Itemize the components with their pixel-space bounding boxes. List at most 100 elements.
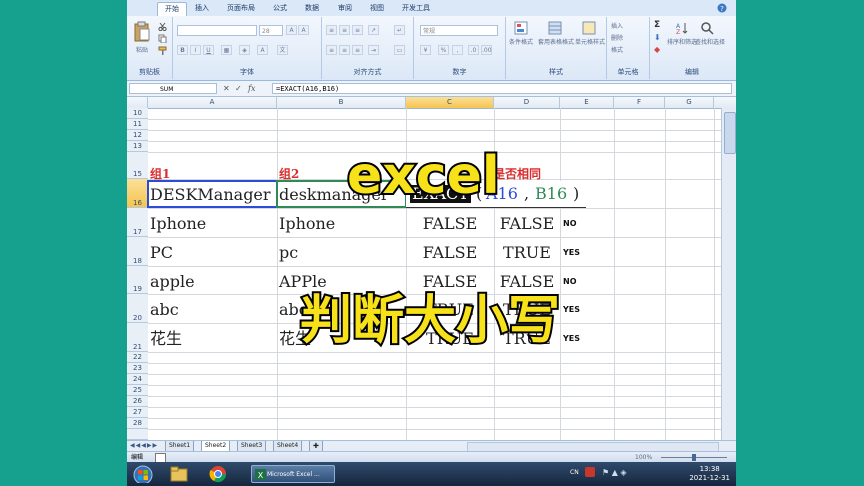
percent-icon[interactable]: %	[438, 45, 449, 55]
find-select-button[interactable]: 查找和选择	[694, 37, 726, 46]
vertical-scrollbar[interactable]	[721, 108, 736, 440]
file-explorer-icon[interactable]	[169, 465, 189, 483]
name-box[interactable]: SUM	[129, 83, 217, 94]
table-format-button[interactable]: 套用表格格式	[536, 37, 576, 46]
row-header-13[interactable]: 13	[127, 141, 148, 152]
tab-review[interactable]: 审阅	[332, 2, 358, 15]
cell-c18[interactable]: FALSE	[406, 244, 494, 262]
cell-style-icon[interactable]	[582, 21, 596, 35]
align-left-icon[interactable]: ≡	[326, 45, 337, 55]
taskbar-clock[interactable]: 13:38 2021-12-31	[689, 465, 730, 483]
zoom-slider-thumb[interactable]	[692, 454, 696, 461]
tab-home[interactable]: 开始	[157, 2, 187, 16]
font-name-combo[interactable]	[177, 25, 257, 36]
increase-decimal-icon[interactable]: .0	[468, 45, 479, 55]
orientation-icon[interactable]: ↗	[368, 25, 379, 35]
cut-icon[interactable]	[158, 22, 167, 31]
fill-color-icon[interactable]: ◈	[239, 45, 250, 55]
conditional-format-button[interactable]: 条件格式	[506, 37, 536, 46]
row-header-28[interactable]: 28	[127, 418, 148, 429]
enter-icon[interactable]: ✓	[235, 84, 242, 94]
row-header-27[interactable]: 27	[127, 407, 148, 418]
cell-a17[interactable]: Iphone	[150, 215, 206, 233]
row-header-26[interactable]: 26	[127, 396, 148, 407]
conditional-format-icon[interactable]	[514, 21, 528, 35]
help-icon[interactable]: ?	[717, 3, 727, 13]
decrease-decimal-icon[interactable]: .00	[481, 45, 492, 55]
input-method-icon[interactable]	[585, 467, 595, 477]
language-indicator[interactable]: CN	[570, 469, 579, 476]
chrome-icon[interactable]	[209, 465, 227, 483]
select-all-corner[interactable]	[127, 97, 148, 108]
number-format-combo[interactable]: 常规	[420, 25, 498, 36]
align-center-icon[interactable]: ≡	[339, 45, 350, 55]
wrap-text-icon[interactable]: ↵	[394, 25, 405, 35]
cell-e20[interactable]: YES	[563, 305, 580, 314]
autosum-icon[interactable]: Σ	[654, 20, 660, 30]
office-button[interactable]	[129, 2, 149, 15]
cell-a19[interactable]: apple	[150, 273, 195, 291]
align-middle-icon[interactable]: ≡	[339, 25, 350, 35]
phonetic-icon[interactable]: 文	[277, 45, 288, 55]
row-header-11[interactable]: 11	[127, 119, 148, 130]
column-header-e[interactable]: E	[560, 97, 614, 108]
insert-function-icon[interactable]: fx	[248, 84, 255, 94]
row-header-25[interactable]: 25	[127, 385, 148, 396]
formula-input[interactable]: =EXACT(A16,B16)	[272, 83, 732, 94]
cell-c17[interactable]: FALSE	[406, 215, 494, 233]
tab-page-layout[interactable]: 页面布局	[223, 2, 259, 15]
delete-cells-button[interactable]: 删除	[611, 33, 645, 42]
font-color-icon[interactable]: A	[257, 45, 268, 55]
row-header-16[interactable]: 16	[127, 179, 148, 208]
sort-filter-icon[interactable]: AZ	[675, 21, 689, 35]
cancel-icon[interactable]: ✕	[223, 84, 230, 94]
column-header-d[interactable]: D	[494, 97, 560, 108]
row-header-15[interactable]: 15	[127, 152, 148, 179]
shrink-font-icon[interactable]: A	[298, 25, 309, 35]
tab-view[interactable]: 视图	[364, 2, 390, 15]
cell-d17[interactable]: FALSE	[494, 215, 560, 233]
tab-formulas[interactable]: 公式	[267, 2, 293, 15]
cell-style-button[interactable]: 单元格样式	[574, 37, 606, 46]
cell-e18[interactable]: YES	[563, 248, 580, 257]
cell-e17[interactable]: NO	[563, 219, 577, 228]
tab-data[interactable]: 数据	[299, 2, 325, 15]
cell-d18[interactable]: TRUE	[494, 244, 560, 262]
align-bottom-icon[interactable]: ≡	[352, 25, 363, 35]
align-right-icon[interactable]: ≡	[352, 45, 363, 55]
column-header-g[interactable]: G	[665, 97, 714, 108]
row-header-10[interactable]: 10	[127, 108, 148, 119]
find-select-icon[interactable]	[700, 21, 714, 35]
font-size-combo[interactable]: 28	[259, 25, 283, 36]
table-format-icon[interactable]	[548, 21, 562, 35]
currency-icon[interactable]: ¥	[420, 45, 431, 55]
row-header-22[interactable]: 22	[127, 352, 148, 363]
row-header-20[interactable]: 20	[127, 294, 148, 323]
merge-center-icon[interactable]: ▭	[394, 45, 405, 55]
column-header-f[interactable]: F	[614, 97, 665, 108]
copy-icon[interactable]	[158, 34, 167, 43]
row-header-24[interactable]: 24	[127, 374, 148, 385]
sheet-nav-arrows-icon[interactable]: ◀◀◀▶▶	[130, 441, 158, 451]
underline-button[interactable]: U	[203, 45, 214, 55]
cell-a18[interactable]: PC	[150, 244, 173, 262]
insert-cells-button[interactable]: 插入	[611, 21, 645, 30]
column-header-c[interactable]: C	[406, 97, 494, 108]
cell-a16[interactable]: DESKManager	[150, 186, 271, 204]
column-header-a[interactable]: A	[148, 97, 277, 108]
indent-icon[interactable]: ⇥	[368, 45, 379, 55]
cell-a20[interactable]: abc	[150, 301, 179, 319]
format-cells-button[interactable]: 格式	[611, 45, 645, 54]
bold-button[interactable]: B	[177, 45, 188, 55]
clear-icon[interactable]: ◆	[654, 45, 660, 54]
cell-e21[interactable]: YES	[563, 334, 580, 343]
windows-start-icon[interactable]	[133, 465, 153, 483]
cell-e19[interactable]: NO	[563, 277, 577, 286]
row-header-17[interactable]: 17	[127, 208, 148, 237]
paste-icon[interactable]	[134, 21, 150, 43]
fill-icon[interactable]: ⬇	[654, 33, 661, 42]
cell-a21[interactable]: 花生	[150, 330, 182, 348]
format-painter-icon[interactable]	[158, 46, 167, 55]
align-top-icon[interactable]: ≡	[326, 25, 337, 35]
row-header-23[interactable]: 23	[127, 363, 148, 374]
